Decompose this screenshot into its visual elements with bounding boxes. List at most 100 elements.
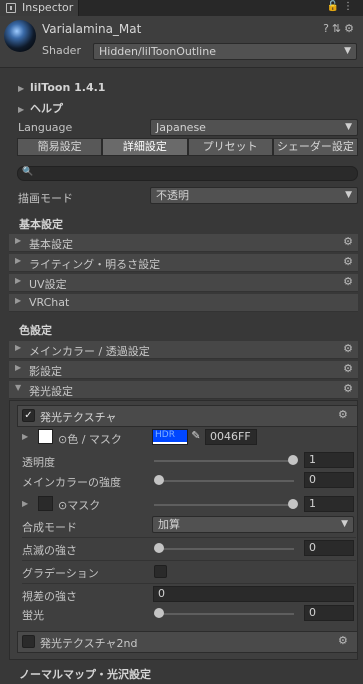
mask-label: ⊙マスク: [58, 499, 101, 512]
mask-slider[interactable]: [154, 504, 294, 506]
header-icons[interactable]: ?⇅⚙: [323, 22, 357, 35]
chevron-down-icon: ▼: [345, 190, 352, 200]
mask-texture-slot[interactable]: [38, 496, 53, 511]
divider: [22, 560, 356, 561]
emission-texture-checkbox[interactable]: ✓: [22, 409, 35, 422]
blink-slider[interactable]: [154, 548, 294, 550]
color-texture-slot[interactable]: [38, 429, 53, 444]
triangle-right-icon[interactable]: ▶: [22, 499, 28, 508]
hex-color-field[interactable]: 0046FF: [205, 429, 257, 445]
blend-mode-label: 合成モード: [22, 521, 77, 534]
blink-strength-label: 点滅の強さ: [22, 544, 77, 557]
gear-icon[interactable]: ⚙: [343, 255, 353, 268]
emission-settings-bar[interactable]: ▼ 発光設定 ⚙: [9, 381, 358, 399]
help-foldout[interactable]: ▶ ヘルプ: [18, 100, 63, 116]
gear-icon[interactable]: ⚙: [343, 275, 353, 288]
gear-icon[interactable]: ⚙: [343, 362, 353, 375]
gear-icon[interactable]: ⚙: [343, 382, 353, 395]
eyedropper-icon[interactable]: ✎: [189, 429, 203, 445]
mask-field[interactable]: 1: [304, 496, 354, 512]
basic-settings-bar[interactable]: ▶ 基本設定 ⚙: [9, 234, 358, 252]
triangle-down-icon: ▼: [15, 383, 22, 392]
alpha-bar: [153, 442, 187, 444]
fluorescence-field[interactable]: 0: [304, 605, 354, 621]
material-preview-icon: [4, 20, 36, 52]
search-input[interactable]: 🔍: [17, 166, 358, 181]
tab-simple[interactable]: 簡易設定: [17, 138, 103, 156]
alpha-field[interactable]: 1: [304, 452, 354, 468]
normal-section-title: ノーマルマップ・光沢設定: [19, 668, 151, 681]
main-color-strength-label: メインカラーの強度: [22, 476, 121, 489]
render-mode-dropdown[interactable]: 不透明 ▼: [150, 187, 358, 204]
version-foldout[interactable]: ▶ lilToon 1.4.1: [18, 81, 105, 94]
window-icons[interactable]: 🔓⋮: [327, 1, 357, 12]
lighting-settings-bar[interactable]: ▶ ライティング・明るさ設定 ⚙: [9, 254, 358, 272]
blink-slider-knob[interactable]: [154, 543, 164, 553]
language-dropdown[interactable]: Japanese ▼: [150, 119, 358, 136]
triangle-right-icon: ▶: [15, 256, 22, 265]
main-strength-field[interactable]: 0: [304, 472, 354, 488]
alpha-slider[interactable]: [154, 460, 294, 462]
tab-preset[interactable]: プリセット: [187, 138, 273, 156]
gear-icon[interactable]: ⚙: [338, 634, 348, 647]
triangle-right-icon: ▶: [15, 236, 22, 245]
shader-value: Hidden/lilToonOutline: [99, 45, 216, 58]
alpha-slider-knob[interactable]: [288, 455, 298, 465]
chevron-down-icon: ▼: [345, 122, 352, 132]
main-strength-slider[interactable]: [154, 480, 294, 482]
render-mode-label: 描画モード: [18, 192, 73, 205]
shadow-settings-bar[interactable]: ▶ 影設定 ⚙: [9, 361, 358, 379]
triangle-right-icon: ▶: [15, 343, 22, 352]
shader-label: Shader: [42, 44, 81, 57]
basic-section-title: 基本設定: [19, 218, 63, 231]
tab-label: Inspector: [22, 1, 74, 14]
emission-texture-2nd-label: 発光テクスチャ2nd: [40, 637, 138, 650]
lock-icon[interactable]: 🔓: [327, 1, 343, 12]
blend-mode-dropdown[interactable]: 加算 ▼: [152, 516, 354, 533]
gear-icon[interactable]: ⚙: [343, 235, 353, 248]
search-icon: 🔍: [22, 167, 34, 177]
gradation-label: グラデーション: [22, 567, 99, 580]
triangle-right-icon: ▶: [18, 84, 25, 93]
fluorescence-label: 蛍光: [22, 609, 44, 622]
parallax-strength-label: 視差の強さ: [22, 590, 77, 603]
triangle-right-icon: ▶: [15, 363, 22, 372]
main-strength-slider-knob[interactable]: [154, 475, 164, 485]
divider: [22, 583, 356, 584]
settings-icon[interactable]: ⇅: [332, 22, 344, 35]
vrchat-bar[interactable]: ▶ VRChat: [9, 294, 358, 312]
triangle-right-icon: ▶: [15, 276, 22, 285]
gradation-checkbox[interactable]: [154, 565, 167, 578]
divider: [22, 537, 356, 538]
tab-inspector[interactable]: Inspector: [0, 0, 79, 16]
emission-texture-label: 発光テクスチャ: [40, 411, 117, 424]
chevron-down-icon: ▼: [341, 519, 348, 529]
shader-dropdown[interactable]: Hidden/lilToonOutline ▼: [93, 43, 357, 60]
fluorescence-slider-knob[interactable]: [154, 608, 164, 618]
triangle-right-icon: ▶: [18, 105, 25, 114]
main-color-bar[interactable]: ▶ メインカラー / 透過設定 ⚙: [9, 341, 358, 359]
gear-icon[interactable]: ⚙: [343, 342, 353, 355]
tab-shader-settings[interactable]: シェーダー設定: [272, 138, 358, 156]
gear-icon[interactable]: ⚙: [344, 22, 357, 35]
more-icon[interactable]: ⋮: [343, 1, 357, 12]
parallax-field[interactable]: 0: [153, 586, 354, 602]
emission-texture-2nd-checkbox[interactable]: [22, 635, 35, 648]
info-icon: [6, 3, 16, 13]
chevron-down-icon: ▼: [344, 46, 351, 56]
help-icon[interactable]: ?: [323, 22, 332, 35]
triangle-right-icon[interactable]: ▶: [22, 432, 28, 441]
hdr-label: HDR: [155, 430, 175, 440]
color-mask-label: ⊙色 / マスク: [58, 433, 122, 446]
tab-advanced[interactable]: 詳細設定: [102, 138, 188, 156]
triangle-right-icon: ▶: [15, 296, 22, 305]
gear-icon[interactable]: ⚙: [338, 408, 348, 421]
alpha-label: 透明度: [22, 456, 55, 469]
uv-settings-bar[interactable]: ▶ UV設定 ⚙: [9, 274, 358, 292]
mask-slider-knob[interactable]: [288, 499, 298, 509]
fluorescence-slider[interactable]: [154, 613, 294, 615]
emission-color-swatch[interactable]: HDR: [152, 429, 188, 445]
blink-field[interactable]: 0: [304, 540, 354, 556]
color-section-title: 色設定: [19, 324, 52, 337]
mode-tabs: 簡易設定 詳細設定 プリセット シェーダー設定: [17, 138, 358, 156]
